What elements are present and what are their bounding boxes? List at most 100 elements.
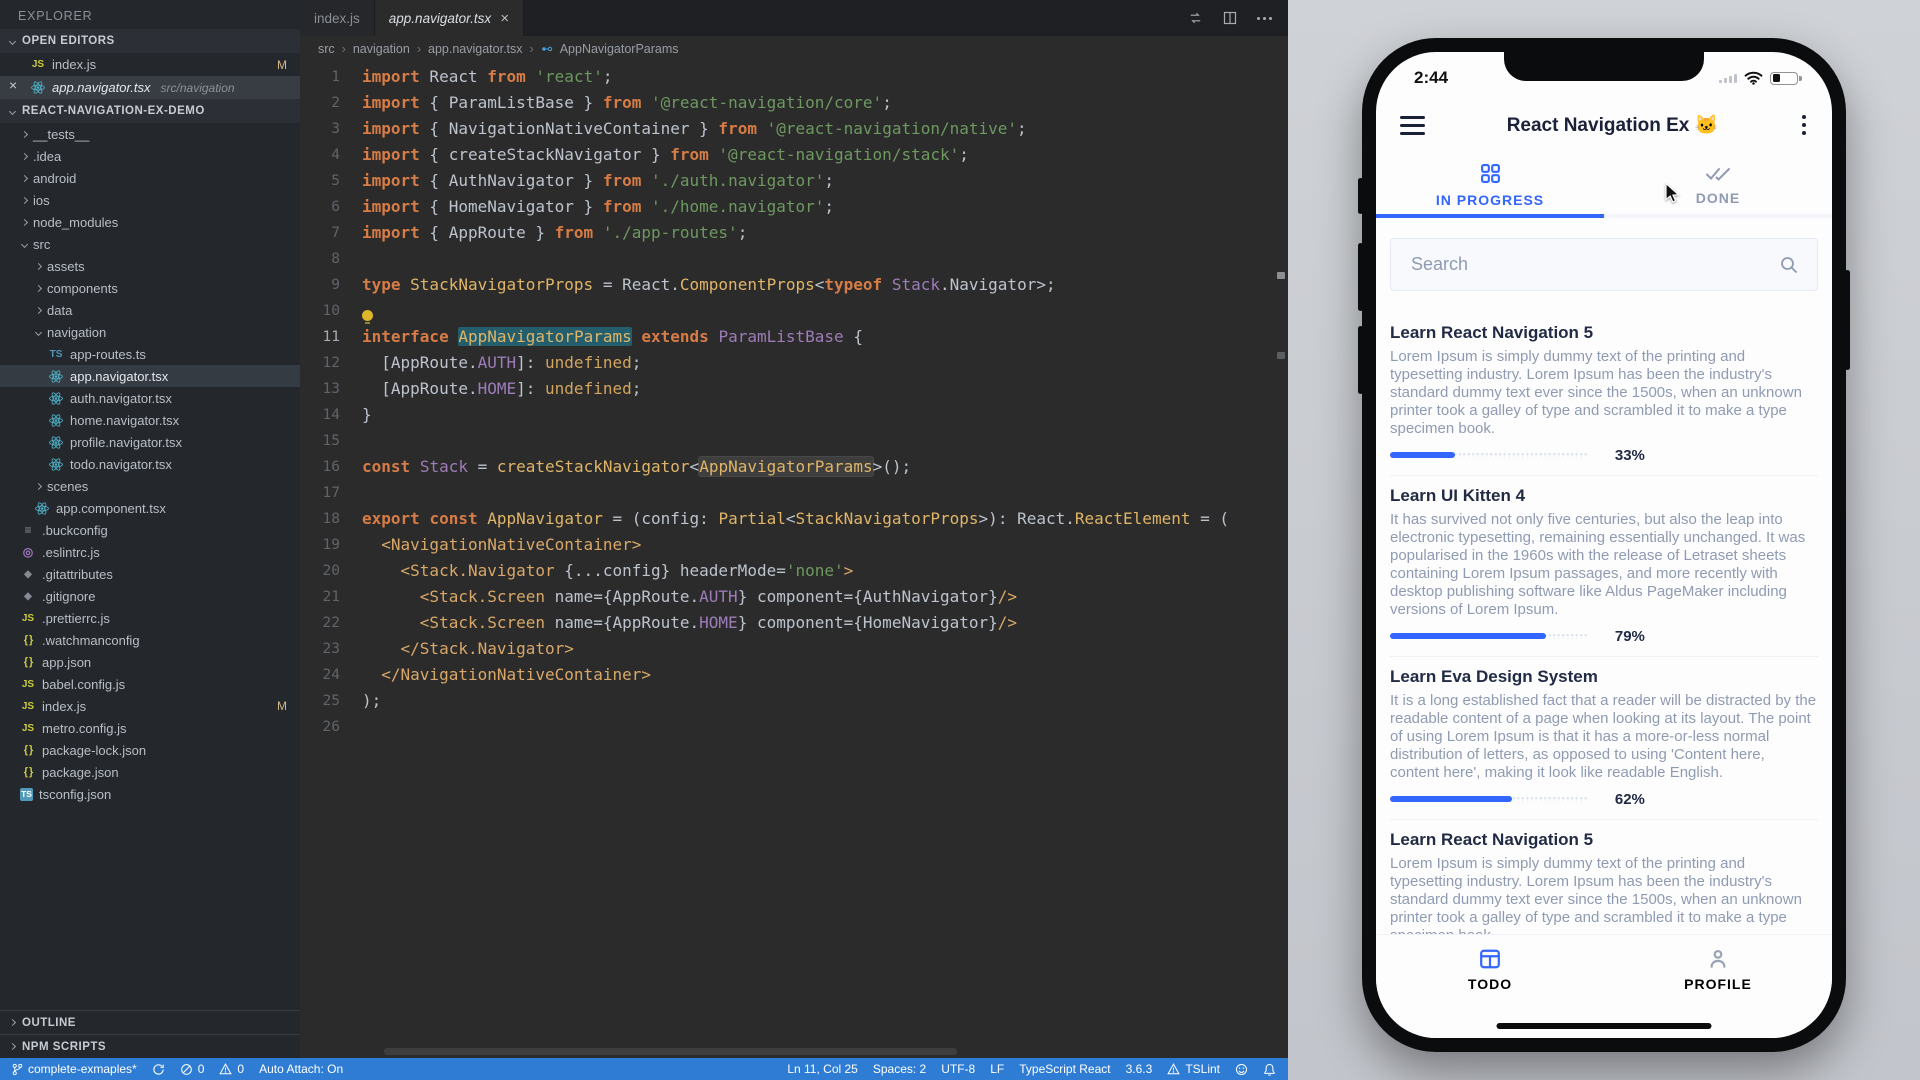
tree-item-eslintrc-js[interactable]: ◎.eslintrc.js bbox=[0, 541, 300, 563]
status-item-typescript-react[interactable]: TypeScript React bbox=[1019, 1062, 1110, 1076]
code-line-6[interactable]: 6import { HomeNavigator } from './home.n… bbox=[300, 194, 1288, 220]
code-line-8[interactable]: 8 bbox=[300, 246, 1288, 272]
search-bar[interactable] bbox=[1390, 238, 1818, 291]
status-item-ln-11-col-25[interactable]: Ln 11, Col 25 bbox=[787, 1062, 858, 1076]
code-line-4[interactable]: 4import { createStackNavigator } from '@… bbox=[300, 142, 1288, 168]
bottom-tab-profile[interactable]: PROFILE bbox=[1604, 935, 1832, 1004]
tree-item-gitignore[interactable]: ◆.gitignore bbox=[0, 585, 300, 607]
overflow-menu-icon[interactable] bbox=[1800, 113, 1808, 137]
project-header[interactable]: REACT-NAVIGATION-EX-DEMO bbox=[0, 99, 300, 123]
tree-item-ios[interactable]: ios bbox=[0, 189, 300, 211]
code-line-9[interactable]: 9type StackNavigatorProps = React.Compon… bbox=[300, 272, 1288, 298]
code-line-11[interactable]: 11interface AppNavigatorParams extends P… bbox=[300, 324, 1288, 350]
code-line-26[interactable]: 26 bbox=[300, 714, 1288, 740]
tree-item-navigation[interactable]: navigation bbox=[0, 321, 300, 343]
editor-tab-app-navigator-tsx[interactable]: app.navigator.tsx× bbox=[375, 0, 524, 36]
status-item-auto-attach-on[interactable]: Auto Attach: On bbox=[259, 1062, 343, 1076]
tree-item-scenes[interactable]: scenes bbox=[0, 475, 300, 497]
breadcrumb-item[interactable]: navigation bbox=[353, 42, 410, 56]
code-line-10[interactable]: 10 bbox=[300, 298, 1288, 324]
code-line-5[interactable]: 5import { AuthNavigator } from './auth.n… bbox=[300, 168, 1288, 194]
code-line-2[interactable]: 2import { ParamListBase } from '@react-n… bbox=[300, 90, 1288, 116]
status-item-spaces-2[interactable]: Spaces: 2 bbox=[873, 1062, 926, 1076]
npm-scripts-section-header[interactable]: NPM SCRIPTS bbox=[0, 1034, 300, 1058]
bottom-tab-todo[interactable]: TODO bbox=[1376, 935, 1604, 1004]
tree-item-app-routes-ts[interactable]: TSapp-routes.ts bbox=[0, 343, 300, 365]
horizontal-scrollbar[interactable] bbox=[384, 1048, 957, 1055]
tree-item-app-navigator-tsx[interactable]: app.navigator.tsx bbox=[0, 365, 300, 387]
status-item-complete-exmaples[interactable]: complete-exmaples* bbox=[12, 1062, 137, 1076]
status-item-3-6-3[interactable]: 3.6.3 bbox=[1126, 1062, 1153, 1076]
todo-card-2[interactable]: Learn UI Kitten 4It has survived not onl… bbox=[1390, 476, 1818, 657]
editor-tab-index-js[interactable]: index.js bbox=[300, 0, 375, 36]
status-item-utf-8[interactable]: UTF-8 bbox=[941, 1062, 975, 1076]
code-line-16[interactable]: 16const Stack = createStackNavigator<App… bbox=[300, 454, 1288, 480]
quick-fix-lightbulb-icon[interactable] bbox=[362, 310, 373, 321]
tree-item-home-navigator-tsx[interactable]: home.navigator.tsx bbox=[0, 409, 300, 431]
tree-item-src[interactable]: src bbox=[0, 233, 300, 255]
close-icon[interactable]: × bbox=[9, 77, 17, 93]
todo-card-4[interactable]: Learn React Navigation 5Lorem Ipsum is s… bbox=[1390, 820, 1818, 934]
code-line-15[interactable]: 15 bbox=[300, 428, 1288, 454]
tree-item-package-json[interactable]: { }package.json bbox=[0, 761, 300, 783]
tree-item-babel-config-js[interactable]: JSbabel.config.js bbox=[0, 673, 300, 695]
breadcrumb-item[interactable]: src bbox=[318, 42, 335, 56]
tree-item-components[interactable]: components bbox=[0, 277, 300, 299]
menu-icon[interactable] bbox=[1400, 116, 1425, 135]
code-line-3[interactable]: 3import { NavigationNativeContainer } fr… bbox=[300, 116, 1288, 142]
tree-item-tests[interactable]: __tests__ bbox=[0, 123, 300, 145]
code-line-17[interactable]: 17 bbox=[300, 480, 1288, 506]
search-input[interactable] bbox=[1409, 253, 1779, 276]
breadcrumb[interactable]: src›navigation›app.navigator.tsx›AppNavi… bbox=[300, 36, 1288, 62]
code-line-18[interactable]: 18export const AppNavigator = (config: P… bbox=[300, 506, 1288, 532]
tree-item-profile-navigator-tsx[interactable]: profile.navigator.tsx bbox=[0, 431, 300, 453]
close-icon[interactable]: × bbox=[500, 10, 509, 27]
tree-item-index-js[interactable]: JSindex.jsM bbox=[0, 695, 300, 717]
breadcrumb-item[interactable]: AppNavigatorParams bbox=[560, 42, 679, 56]
code-line-24[interactable]: 24 </NavigationNativeContainer> bbox=[300, 662, 1288, 688]
status-item-tslint[interactable]: TSLint bbox=[1167, 1062, 1220, 1076]
status-item-0[interactable]: 0 bbox=[219, 1062, 244, 1076]
open-editor-app-navigator-tsx[interactable]: ×app.navigator.tsxsrc/navigation bbox=[0, 76, 300, 99]
tree-item-buckconfig[interactable]: ≡.buckconfig bbox=[0, 519, 300, 541]
tree-item-data[interactable]: data bbox=[0, 299, 300, 321]
code-line-14[interactable]: 14} bbox=[300, 402, 1288, 428]
code-line-12[interactable]: 12 [AppRoute.AUTH]: undefined; bbox=[300, 350, 1288, 376]
split-editor-icon[interactable] bbox=[1223, 11, 1237, 25]
code-line-25[interactable]: 25); bbox=[300, 688, 1288, 714]
code-editor[interactable]: 1import React from 'react';2import { Par… bbox=[300, 62, 1288, 1058]
code-line-7[interactable]: 7import { AppRoute } from './app-routes'… bbox=[300, 220, 1288, 246]
tree-item-app-component-tsx[interactable]: app.component.tsx bbox=[0, 497, 300, 519]
status-item-smiley[interactable] bbox=[1235, 1063, 1248, 1076]
tree-item-package-lock-json[interactable]: { }package-lock.json bbox=[0, 739, 300, 761]
tree-item-metro-config-js[interactable]: JSmetro.config.js bbox=[0, 717, 300, 739]
tree-item-auth-navigator-tsx[interactable]: auth.navigator.tsx bbox=[0, 387, 300, 409]
tree-item-tsconfig-json[interactable]: TStsconfig.json bbox=[0, 783, 300, 805]
open-editor-index-js[interactable]: JSindex.jsM bbox=[0, 53, 300, 76]
tree-item-app-json[interactable]: { }app.json bbox=[0, 651, 300, 673]
tree-item-assets[interactable]: assets bbox=[0, 255, 300, 277]
open-editors-header[interactable]: OPEN EDITORS bbox=[0, 29, 300, 53]
tree-item-prettierrc-js[interactable]: JS.prettierrc.js bbox=[0, 607, 300, 629]
code-line-22[interactable]: 22 <Stack.Screen name={AppRoute.HOME} co… bbox=[300, 610, 1288, 636]
tree-item-gitattributes[interactable]: ◆.gitattributes bbox=[0, 563, 300, 585]
code-line-19[interactable]: 19 <NavigationNativeContainer> bbox=[300, 532, 1288, 558]
tree-item-android[interactable]: android bbox=[0, 167, 300, 189]
status-item-sync[interactable] bbox=[152, 1063, 165, 1076]
tree-item-node-modules[interactable]: node_modules bbox=[0, 211, 300, 233]
code-line-21[interactable]: 21 <Stack.Screen name={AppRoute.AUTH} co… bbox=[300, 584, 1288, 610]
code-line-1[interactable]: 1import React from 'react'; bbox=[300, 64, 1288, 90]
code-line-23[interactable]: 23 </Stack.Navigator> bbox=[300, 636, 1288, 662]
status-item-lf[interactable]: LF bbox=[990, 1062, 1004, 1076]
outline-section-header[interactable]: OUTLINE bbox=[0, 1010, 300, 1034]
breadcrumb-item[interactable]: app.navigator.tsx bbox=[428, 42, 523, 56]
tree-item-todo-navigator-tsx[interactable]: todo.navigator.tsx bbox=[0, 453, 300, 475]
code-line-20[interactable]: 20 <Stack.Navigator {...config} headerMo… bbox=[300, 558, 1288, 584]
more-actions-icon[interactable] bbox=[1257, 17, 1272, 20]
toggle-changes-icon[interactable] bbox=[1188, 11, 1203, 25]
tree-item-watchmanconfig[interactable]: { }.watchmanconfig bbox=[0, 629, 300, 651]
tree-item-idea[interactable]: .idea bbox=[0, 145, 300, 167]
todo-card-1[interactable]: Learn React Navigation 5Lorem Ipsum is s… bbox=[1390, 313, 1818, 476]
tab-in-progress[interactable]: IN PROGRESS bbox=[1376, 152, 1604, 218]
status-item-bell[interactable] bbox=[1263, 1063, 1276, 1076]
